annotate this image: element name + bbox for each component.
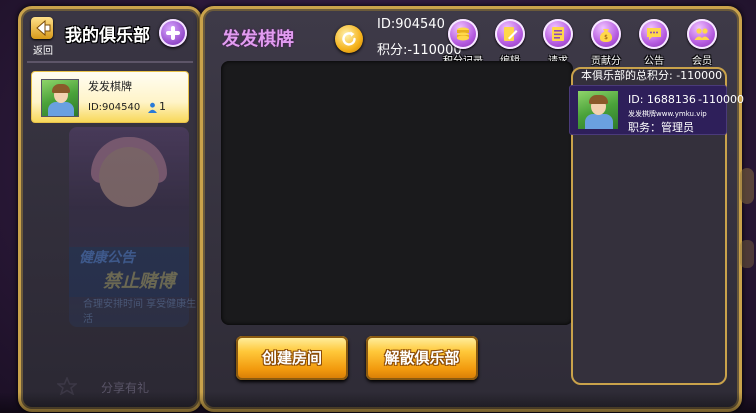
tab-label: 公告: [644, 56, 664, 67]
tab-label: 会员: [692, 56, 712, 67]
tab-contribution[interactable]: $ 贡献分: [586, 19, 626, 67]
edit-icon: [504, 27, 518, 41]
tab-requests[interactable]: 请求: [538, 19, 578, 67]
member-id: ID: 1688136: [628, 93, 696, 106]
back-arrow-icon: [31, 17, 53, 39]
tab-score-records[interactable]: 积分记录: [443, 19, 483, 67]
svg-text:$: $: [604, 34, 608, 41]
tab-edit[interactable]: 编辑: [490, 19, 530, 67]
club-detail-panel: 发发棋牌 ID:904540 积分:-110000 积分记录 编辑 请求 $ 贡…: [200, 6, 744, 412]
tab-label: 贡献分: [591, 56, 621, 67]
tab-members[interactable]: 会员: [682, 19, 722, 67]
member-name: 发发棋牌www.ymku.vip: [628, 110, 707, 118]
club-list-item[interactable]: 发发棋牌 ID:904540 1: [31, 71, 189, 123]
divider: [27, 61, 193, 63]
club-member-count: 1: [159, 100, 166, 113]
club-name: 发发棋牌: [88, 80, 132, 93]
club-total-score: 本俱乐部的总积分: -110000: [581, 69, 723, 82]
background-notice-headline: 禁止赌博: [103, 271, 175, 292]
dissolve-club-button[interactable]: 解散俱乐部: [366, 336, 478, 380]
club-id-display: ID:904540: [377, 17, 445, 32]
member-role: 职务：管理员: [628, 121, 694, 134]
create-room-button[interactable]: 创建房间: [236, 336, 348, 380]
background-shadow: [0, 392, 756, 413]
speech-bubble-icon: [647, 28, 661, 40]
refresh-button[interactable]: [335, 25, 363, 53]
add-club-button[interactable]: [159, 19, 187, 47]
member-score: -110000: [698, 93, 744, 106]
back-button[interactable]: 返回: [29, 15, 55, 57]
member-avatar: [578, 91, 618, 129]
my-clubs-title: 我的俱乐部: [65, 26, 150, 46]
back-label: 返回: [33, 46, 53, 57]
background-notice-subtitle: 合理安排时间 享受健康生活: [83, 299, 197, 325]
tab-announcement[interactable]: 公告: [634, 19, 674, 67]
request-icon: [552, 27, 564, 41]
club-title: 发发棋牌: [222, 29, 294, 50]
club-id: ID:904540: [88, 102, 141, 113]
refresh-icon: [342, 31, 356, 46]
moneybag-icon: $: [599, 29, 613, 42]
background-notice-title: 健康公告: [79, 250, 135, 266]
person-icon: [148, 102, 157, 113]
member-list-item[interactable]: ID: 1688136 -110000 发发棋牌www.ymku.vip 职务：…: [569, 85, 744, 135]
background-decoration: [740, 240, 754, 268]
members-icon: [694, 28, 710, 40]
room-list-area[interactable]: [221, 61, 573, 325]
coins-icon: [457, 27, 469, 41]
background-decoration: [740, 168, 754, 204]
club-avatar: [41, 79, 79, 117]
club-list-panel: 返回 我的俱乐部 发发棋牌 ID:904540 1 健康公告 禁止赌博 合理安排…: [18, 6, 202, 412]
